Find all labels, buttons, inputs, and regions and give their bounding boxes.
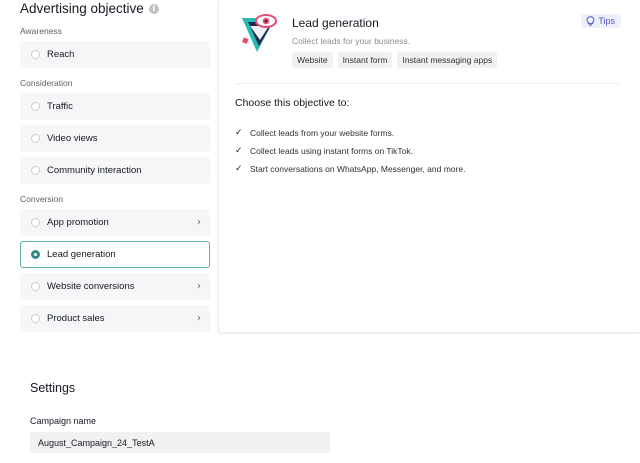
objective-option-product-sales[interactable]: Product sales › [20, 305, 210, 332]
tag-instant-messaging-apps: Instant messaging apps [397, 52, 498, 68]
lightbulb-icon [586, 16, 595, 26]
benefit-list: ✓ Collect leads from your website forms.… [235, 124, 465, 178]
option-label: Website conversions [47, 281, 135, 292]
group-label-consideration: Consideration [20, 78, 73, 88]
detail-subtitle: Collect leads for your business. [292, 36, 411, 46]
chevron-right-icon: › [197, 281, 201, 292]
objective-section: Advertising objective i Awareness Reach … [0, 0, 640, 352]
radio-button[interactable] [31, 218, 40, 227]
campaign-name-label: Campaign name [30, 416, 97, 426]
benefit-text: Collect leads from your website forms. [250, 128, 395, 138]
tag-instant-form: Instant form [337, 52, 393, 68]
radio-button-checked[interactable] [31, 250, 40, 259]
objective-option-website-conversions[interactable]: Website conversions › [20, 273, 210, 300]
tips-button[interactable]: Tips [581, 14, 621, 28]
option-label: Community interaction [47, 165, 142, 176]
benefit-text: Start conversations on WhatsApp, Messeng… [250, 164, 466, 174]
checkmark-icon: ✓ [235, 164, 243, 174]
radio-button[interactable] [31, 282, 40, 291]
option-label: Video views [47, 133, 98, 144]
radio-button[interactable] [31, 314, 40, 323]
objective-option-traffic[interactable]: Traffic [20, 93, 210, 120]
option-label: Reach [47, 49, 75, 60]
group-label-awareness: Awareness [20, 26, 62, 36]
radio-button[interactable] [31, 166, 40, 175]
option-label: Traffic [47, 101, 73, 112]
radio-button[interactable] [31, 134, 40, 143]
option-label: Lead generation [47, 249, 116, 260]
option-label: Product sales [47, 313, 105, 324]
choose-objective-heading: Choose this objective to: [235, 97, 350, 109]
benefit-text: Collect leads using instant forms on Tik… [250, 146, 413, 156]
checkmark-icon: ✓ [235, 146, 243, 156]
objective-option-app-promotion[interactable]: App promotion › [20, 209, 210, 236]
chevron-right-icon: › [197, 313, 201, 324]
tag-website: Website [292, 52, 333, 68]
objective-option-community-interaction[interactable]: Community interaction [20, 157, 210, 184]
campaign-name-input[interactable] [30, 432, 330, 453]
chevron-right-icon: › [197, 217, 201, 228]
objective-detail-card: Lead generation Collect leads for your b… [218, 0, 640, 333]
lead-generation-illustration-icon [239, 12, 281, 54]
info-icon[interactable]: i [148, 3, 159, 14]
tips-label: Tips [598, 16, 615, 26]
benefit-item: ✓ Collect leads using instant forms on T… [235, 142, 465, 160]
detail-divider [235, 83, 620, 84]
benefit-item: ✓ Collect leads from your website forms. [235, 124, 465, 142]
objective-option-lead-generation[interactable]: Lead generation [20, 241, 210, 268]
benefit-item: ✓ Start conversations on WhatsApp, Messe… [235, 160, 465, 178]
settings-title: Settings [30, 381, 76, 395]
objective-option-video-views[interactable]: Video views [20, 125, 210, 152]
radio-button[interactable] [31, 50, 40, 59]
option-label: App promotion [47, 217, 109, 228]
radio-button[interactable] [31, 102, 40, 111]
detail-tags: Website Instant form Instant messaging a… [292, 52, 498, 68]
objective-heading: Advertising objective i [20, 1, 159, 16]
detail-title: Lead generation [292, 16, 379, 30]
objective-option-reach[interactable]: Reach [20, 41, 210, 68]
group-label-conversion: Conversion [20, 194, 63, 204]
checkmark-icon: ✓ [235, 128, 243, 138]
settings-panel: Settings Campaign name [0, 352, 640, 463]
objective-title: Advertising objective [20, 1, 144, 16]
